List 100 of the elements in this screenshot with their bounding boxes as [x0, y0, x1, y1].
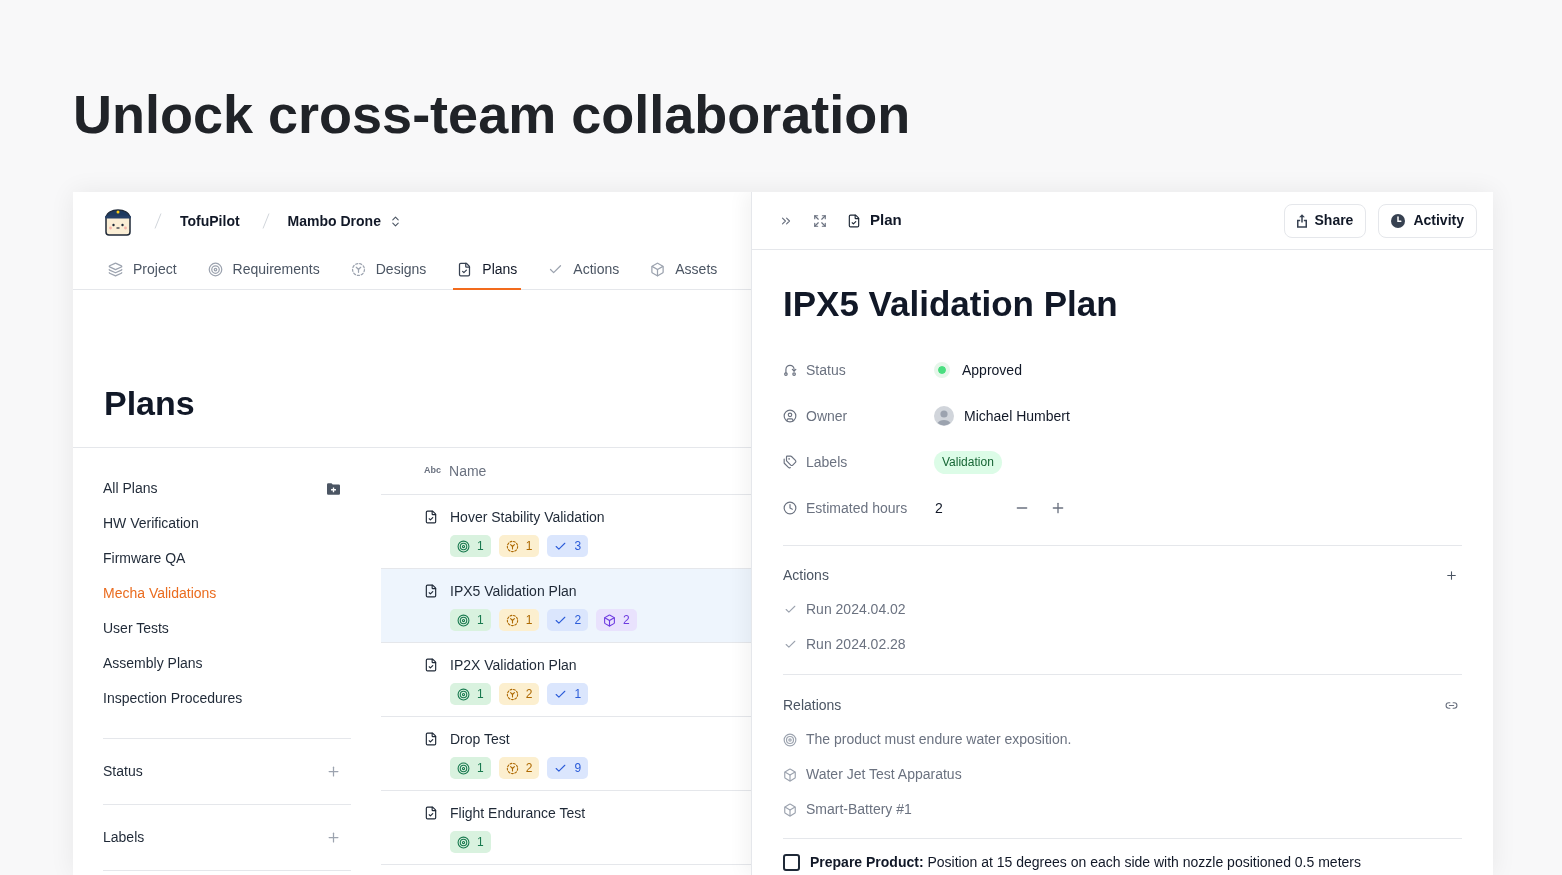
plan-name: Hover Stability Validation [450, 507, 605, 527]
plan-name: IP2X Validation Plan [450, 655, 577, 675]
nav-tab[interactable]: Actions [544, 250, 624, 290]
relation-link[interactable]: Water Jet Test Apparatus [806, 764, 962, 785]
dashed-circle-icon [505, 613, 519, 627]
sidebar-item[interactable]: Firmware QA [103, 541, 351, 576]
nav-tab[interactable]: Project [104, 250, 181, 290]
item-count: 1 [525, 538, 533, 555]
action-link[interactable]: Run 2024.02.28 [806, 634, 906, 655]
target-icon [457, 835, 470, 849]
document-check-icon [847, 213, 861, 228]
check-icon [784, 603, 797, 616]
sidebar-item[interactable]: Inspection Procedures [103, 681, 351, 716]
item-count: 1 [477, 538, 484, 555]
workspace-name[interactable]: TofuPilot [180, 210, 240, 232]
plan-title: IPX5 Validation Plan [783, 283, 1119, 325]
mascot-icon[interactable] [104, 206, 132, 236]
nav-tab[interactable]: Designs [346, 250, 431, 290]
plus-icon[interactable] [1445, 568, 1458, 582]
column-header[interactable]: Name [449, 460, 487, 482]
item-count: 3 [574, 538, 582, 555]
item-count: 2 [525, 760, 533, 777]
dashed-circle-icon [350, 261, 366, 277]
item-count: 9 [574, 760, 582, 777]
section-title: Relations [783, 695, 842, 715]
item-count: 1 [477, 686, 484, 703]
dashed-circle-icon [505, 761, 519, 775]
checkbox[interactable] [783, 853, 800, 871]
slash-divider [261, 213, 270, 229]
action-link[interactable]: Run 2024.04.02 [806, 599, 906, 620]
property-label: Labels [806, 452, 848, 472]
expand-icon[interactable] [813, 213, 827, 228]
property-label: Status [806, 360, 846, 380]
panel-title: Plan [870, 210, 902, 231]
document-check-icon [424, 732, 438, 746]
document-check-icon [424, 510, 438, 524]
item-count: 1 [477, 760, 484, 777]
relation-link[interactable]: The product must endure water exposition. [806, 729, 1072, 750]
target-icon [207, 261, 223, 277]
item-count: 1 [525, 612, 533, 629]
document-check-icon [424, 806, 438, 820]
user-circle-icon [783, 409, 797, 423]
label-tag[interactable]: Validation [934, 450, 1002, 474]
cube-icon [603, 613, 617, 627]
plan-name: IPX5 Validation Plan [450, 581, 577, 601]
filter-label[interactable]: Status [103, 761, 143, 782]
text-type-marker: Abc [424, 464, 441, 478]
avatar-icon [934, 406, 954, 426]
project-switcher[interactable]: Mambo Drone [287, 210, 402, 232]
item-count: 1 [477, 612, 484, 629]
target-icon [783, 732, 797, 747]
document-check-icon [424, 584, 438, 598]
arc-arrow-icon [783, 363, 797, 377]
layers-icon [108, 261, 123, 277]
slash-divider [154, 213, 162, 229]
item-count: 1 [574, 686, 582, 703]
clock-icon [1391, 213, 1406, 228]
property-label: Estimated hours [806, 498, 908, 518]
folder-plus-icon[interactable] [327, 482, 340, 495]
item-count: 1 [477, 834, 484, 851]
item-count: 2 [525, 686, 533, 703]
cube-icon [650, 261, 666, 277]
status-value[interactable]: Approved [962, 359, 1022, 381]
hours-value[interactable]: 2 [934, 497, 1010, 519]
cube-icon [783, 802, 797, 817]
item-count: 2 [623, 612, 630, 629]
page-headline: Unlock cross-team collaboration [73, 87, 911, 141]
step-text: Prepare Product: Position at 15 degrees on each side with nozzle positioned 0.5 meters [810, 852, 1361, 872]
document-check-icon [457, 261, 473, 277]
target-icon [457, 613, 470, 627]
page-title: Plans [104, 383, 195, 424]
clock-icon [783, 501, 797, 515]
sidebar-item[interactable]: All Plans [103, 471, 327, 506]
filter-label[interactable]: Labels [103, 827, 145, 848]
sidebar-item[interactable]: User Tests [103, 611, 351, 646]
cube-icon [783, 767, 797, 782]
activity-button[interactable]: Activity [1378, 203, 1477, 238]
item-count: 2 [574, 612, 582, 629]
sidebar-item[interactable]: Assembly Plans [103, 646, 351, 681]
check-icon [784, 638, 797, 651]
document-check-icon [424, 658, 438, 672]
nav-tab[interactable]: Requirements [203, 250, 324, 290]
plan-name: Flight Endurance Test [450, 803, 586, 823]
dashed-circle-icon [505, 539, 519, 553]
target-icon [457, 539, 470, 553]
target-icon [457, 761, 470, 775]
share-icon [1296, 213, 1307, 228]
tags-icon [783, 455, 797, 469]
plan-name: Drop Test [450, 729, 510, 749]
target-icon [457, 687, 470, 701]
table-row[interactable]: IPX5 Validation Plan 1 1 2 2 [381, 569, 751, 643]
dashed-circle-icon [505, 687, 519, 701]
section-title: Actions [783, 565, 829, 585]
nav-tab[interactable]: Plans [453, 250, 522, 290]
relation-link[interactable]: Smart-Battery #1 [806, 799, 912, 820]
sidebar-item[interactable]: HW Verification [103, 506, 351, 541]
nav-tab[interactable]: Assets [646, 250, 722, 290]
owner-name[interactable]: Michael Humbert [964, 405, 1070, 427]
share-button[interactable]: Share [1283, 203, 1367, 238]
property-label: Owner [806, 406, 848, 426]
